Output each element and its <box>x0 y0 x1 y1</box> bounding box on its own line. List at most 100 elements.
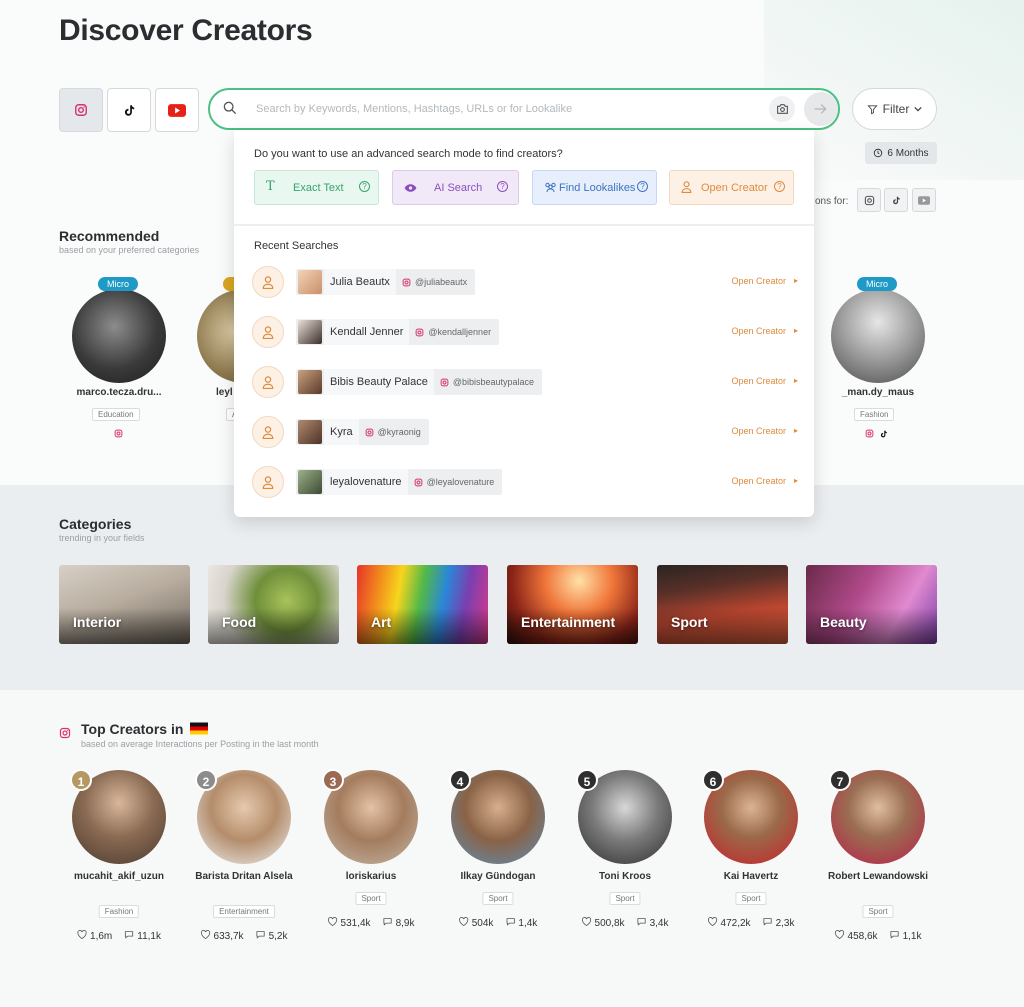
eye-icon <box>404 184 417 192</box>
comments-count: 5,2k <box>268 930 288 942</box>
category-card-food[interactable]: Food <box>208 565 339 644</box>
user-icon <box>252 416 284 448</box>
open-creator-link[interactable]: Open Creator <box>731 476 786 486</box>
creator-name[interactable]: mucahit_akif_uzun <box>59 871 179 883</box>
heart-icon <box>708 917 718 929</box>
tiktok-platform-button[interactable] <box>107 88 151 132</box>
creator-name[interactable]: leyl <box>216 387 233 398</box>
micro-badge: Micro <box>857 277 897 291</box>
comments-count: 1,4k <box>518 917 538 929</box>
open-creator-link[interactable]: Open Creator <box>731 426 786 436</box>
creator-thumbnail <box>298 370 322 394</box>
category-card-sport[interactable]: Sport <box>657 565 788 644</box>
open-creator-link[interactable]: Open Creator <box>731 276 786 286</box>
help-icon[interactable]: ? <box>497 181 508 192</box>
comments-count: 11,1k <box>137 930 161 942</box>
category-card-entertainment[interactable]: Entertainment <box>507 565 638 644</box>
open-creator-link[interactable]: Open Creator <box>731 376 786 386</box>
creator-handle: @kyraonig <box>377 427 421 437</box>
user-icon <box>252 466 284 498</box>
instagram-icon <box>864 195 874 205</box>
search-submit-button[interactable] <box>804 92 838 126</box>
germany-flag-icon <box>190 722 208 735</box>
ai-search-button[interactable]: AI Search ? <box>392 170 519 205</box>
rec-youtube-button[interactable] <box>912 188 936 212</box>
creator-chip[interactable]: leyalovenature @leyalovenature <box>296 469 503 495</box>
creator-chip[interactable]: Julia Beautx @juliabeautx <box>296 269 476 295</box>
open-creator-label: Open Creator <box>701 182 768 194</box>
arrow-icon: ▸ <box>793 426 798 435</box>
creator-name[interactable]: marco.tecza.dru... <box>59 387 179 398</box>
chevron-down-icon <box>914 106 922 112</box>
instagram-icon <box>440 378 449 386</box>
ai-search-label: AI Search <box>434 182 483 194</box>
recent-search-row[interactable]: Julia Beautx @juliabeautx Open Creator ▸ <box>252 266 800 298</box>
comment-icon <box>124 930 134 942</box>
youtube-platform-button[interactable] <box>155 88 199 132</box>
likes-count: 1,6m <box>90 930 113 942</box>
creator-name[interactable]: Toni Kroos <box>565 871 685 883</box>
filter-button[interactable]: Filter <box>852 88 937 130</box>
help-icon[interactable]: ? <box>637 181 648 192</box>
find-lookalikes-button[interactable]: Find Lookalikes ? <box>532 170 657 205</box>
user-icon <box>252 266 284 298</box>
search-dropdown: Do you want to use an advanced search mo… <box>234 130 814 517</box>
recent-search-row[interactable]: Bibis Beauty Palace @bibisbeautypalace O… <box>252 366 800 398</box>
category-label: Entertainment <box>521 614 616 630</box>
avatar[interactable] <box>831 289 925 383</box>
help-icon[interactable]: ? <box>359 181 370 192</box>
rec-instagram-button[interactable] <box>857 188 881 212</box>
creator-name[interactable]: loriskarius <box>311 871 431 883</box>
category-card-beauty[interactable]: Beauty <box>806 565 937 644</box>
avatar[interactable] <box>72 289 166 383</box>
category-card-art[interactable]: Art <box>357 565 488 644</box>
category-tag: Fashion <box>98 905 140 918</box>
recent-search-row[interactable]: leyalovenature @leyalovenature Open Crea… <box>252 466 800 498</box>
category-card-interior[interactable]: Interior <box>59 565 190 644</box>
exact-text-label: Exact Text <box>293 182 344 194</box>
rank-badge: 6 <box>702 769 724 791</box>
recent-search-row[interactable]: Kyra @kyraonig Open Creator ▸ <box>252 416 800 448</box>
recent-searches-title: Recent Searches <box>254 240 339 252</box>
timeframe-button[interactable]: 6 Months <box>865 142 937 164</box>
search-input[interactable]: Search by Keywords, Mentions, Hashtags, … <box>256 103 572 115</box>
youtube-icon <box>918 195 930 205</box>
rank-badge: 2 <box>195 769 217 791</box>
help-icon[interactable]: ? <box>774 181 785 192</box>
arrow-icon: ▸ <box>793 326 798 335</box>
recent-search-row[interactable]: Kendall Jenner @kendalljenner Open Creat… <box>252 316 800 348</box>
users-icon <box>545 182 556 193</box>
creator-chip[interactable]: Kendall Jenner @kendalljenner <box>296 319 500 345</box>
creator-chip[interactable]: Bibis Beauty Palace @bibisbeautypalace <box>296 369 543 395</box>
micro-badge: Micro <box>98 277 138 291</box>
engagement-stats: 504k 1,4k <box>459 917 538 929</box>
comment-icon <box>763 917 773 929</box>
category-tag: Sport <box>482 892 514 905</box>
open-creator-link[interactable]: Open Creator <box>731 326 786 336</box>
likes-count: 500,8k <box>594 917 625 929</box>
rec-tiktok-button[interactable] <box>884 188 908 212</box>
camera-icon <box>776 104 788 114</box>
recommended-subtitle: based on your preferred categories <box>59 245 200 255</box>
comments-count: 1,1k <box>902 930 922 942</box>
creator-chip[interactable]: Kyra @kyraonig <box>296 419 429 445</box>
creator-name[interactable]: Barista Dritan Alsela <box>184 871 304 883</box>
advanced-search-question: Do you want to use an advanced search mo… <box>254 148 563 160</box>
open-creator-button[interactable]: Open Creator ? <box>669 170 794 205</box>
user-icon <box>252 366 284 398</box>
engagement-stats: 500,8k 3,4k <box>582 917 668 929</box>
creator-name[interactable]: Kai Havertz <box>691 871 811 883</box>
creator-name: Julia Beautx <box>324 269 396 295</box>
exact-text-button[interactable]: T Exact Text ? <box>254 170 379 205</box>
timeframe-label: 6 Months <box>887 147 929 159</box>
category-label: Food <box>222 614 257 630</box>
creator-name[interactable]: Ilkay Gündogan <box>438 871 558 883</box>
category-label: Art <box>371 614 392 630</box>
search-bar[interactable]: Search by Keywords, Mentions, Hashtags, … <box>208 88 840 130</box>
instagram-icon <box>114 429 123 438</box>
instagram-platform-button[interactable] <box>59 88 103 132</box>
creator-name[interactable]: Robert Lewandowski <box>818 871 938 883</box>
creator-name[interactable]: _man.dy_maus <box>818 387 938 398</box>
image-search-button[interactable] <box>769 96 795 122</box>
tiktok-icon <box>880 430 887 438</box>
